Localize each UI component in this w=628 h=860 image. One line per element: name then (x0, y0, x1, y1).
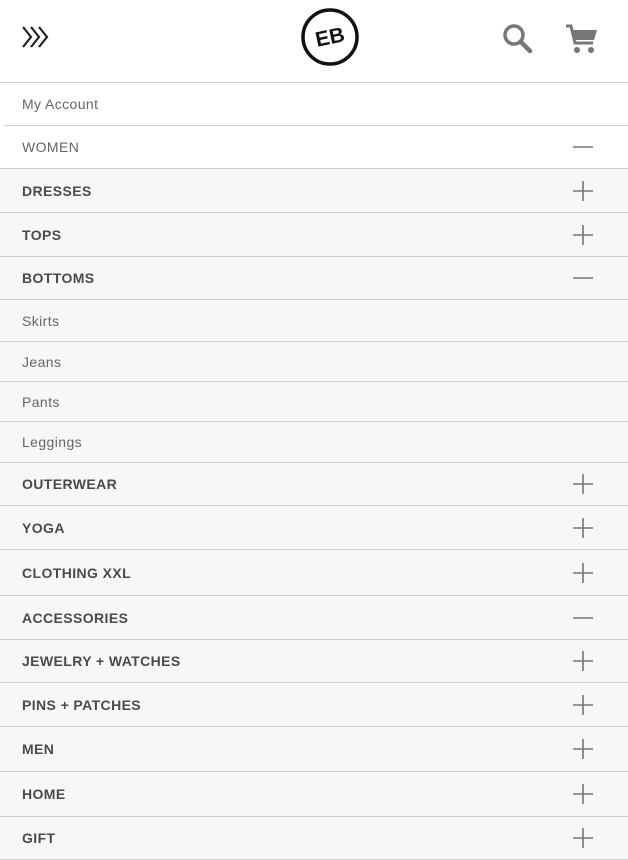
menu-item-home[interactable]: HOME (0, 772, 628, 817)
menu-item-label: OUTERWEAR (22, 476, 118, 492)
menu-item-pants[interactable]: Pants (0, 382, 628, 422)
plus-icon[interactable] (572, 694, 594, 715)
plus-icon[interactable] (572, 517, 594, 538)
menu-item-label: Jeans (22, 353, 62, 370)
brand-logo[interactable]: EB (300, 7, 360, 67)
menu-item-label: Skirts (22, 312, 60, 329)
menu-item-label: ACCESSORIES (22, 609, 129, 626)
plus-icon[interactable] (572, 784, 594, 804)
menu-item-my-account[interactable]: My Account (4, 83, 628, 126)
menu-item-label: WOMEN (22, 139, 80, 155)
search-icon[interactable] (501, 22, 535, 56)
menu-item-dresses[interactable]: DRESSES (0, 169, 628, 213)
menu-item-label: MEN (22, 741, 55, 757)
menu-item-jewelry-watches[interactable]: JEWELRY + WATCHES (0, 640, 628, 683)
menu-item-label: TOPS (22, 226, 62, 243)
plus-icon[interactable] (572, 739, 594, 759)
menu-item-label: GIFT (22, 830, 56, 846)
plus-icon[interactable] (572, 828, 594, 848)
plus-icon[interactable] (572, 651, 594, 671)
menu-item-label: Leggings (22, 434, 83, 450)
menu-item-label: YOGA (22, 519, 65, 536)
menu-item-label: DRESSES (22, 182, 92, 199)
menu-item-outerwear[interactable]: OUTERWEAR (0, 463, 628, 506)
menu-item-yoga[interactable]: YOGA (0, 506, 628, 550)
menu-item-label: CLOTHING XXL (22, 564, 132, 581)
menu-item-label: Pants (22, 393, 60, 410)
menu-item-skirts[interactable]: Skirts (0, 300, 628, 342)
menu-item-gift[interactable]: GIFT (0, 817, 628, 860)
plus-icon[interactable] (572, 474, 594, 494)
site-header: EB (0, 0, 628, 82)
menu-item-tops[interactable]: TOPS (0, 213, 628, 257)
menu-item-label: PINS + PATCHES (22, 696, 142, 713)
plus-icon[interactable] (572, 562, 594, 583)
minus-icon[interactable] (572, 137, 594, 157)
menu-item-label: My Account (22, 96, 99, 112)
menu-item-pins-patches[interactable]: PINS + PATCHES (0, 683, 628, 727)
menu-item-accessories[interactable]: ACCESSORIES (0, 596, 628, 640)
minus-icon[interactable] (572, 268, 594, 288)
menu-item-label: BOTTOMS (22, 270, 95, 286)
minus-icon[interactable] (572, 608, 594, 628)
menu-item-label: JEWELRY + WATCHES (22, 653, 181, 669)
cart-icon[interactable] (564, 21, 600, 57)
menu-item-label: HOME (22, 786, 66, 802)
triple-chevron-icon[interactable] (20, 24, 52, 50)
menu-item-women[interactable]: WOMEN (0, 126, 628, 169)
menu-item-leggings[interactable]: Leggings (0, 422, 628, 463)
menu-item-men[interactable]: MEN (0, 727, 628, 772)
menu-item-clothing-xxl[interactable]: CLOTHING XXL (0, 550, 628, 596)
menu-item-bottoms[interactable]: BOTTOMS (0, 257, 628, 300)
plus-icon[interactable] (572, 224, 594, 245)
mobile-nav-menu: My Account WOMEN DRESSES TOPS BOTTOMS Skirts J… (0, 82, 628, 860)
menu-item-jeans[interactable]: Jeans (0, 342, 628, 382)
plus-icon[interactable] (572, 180, 594, 201)
